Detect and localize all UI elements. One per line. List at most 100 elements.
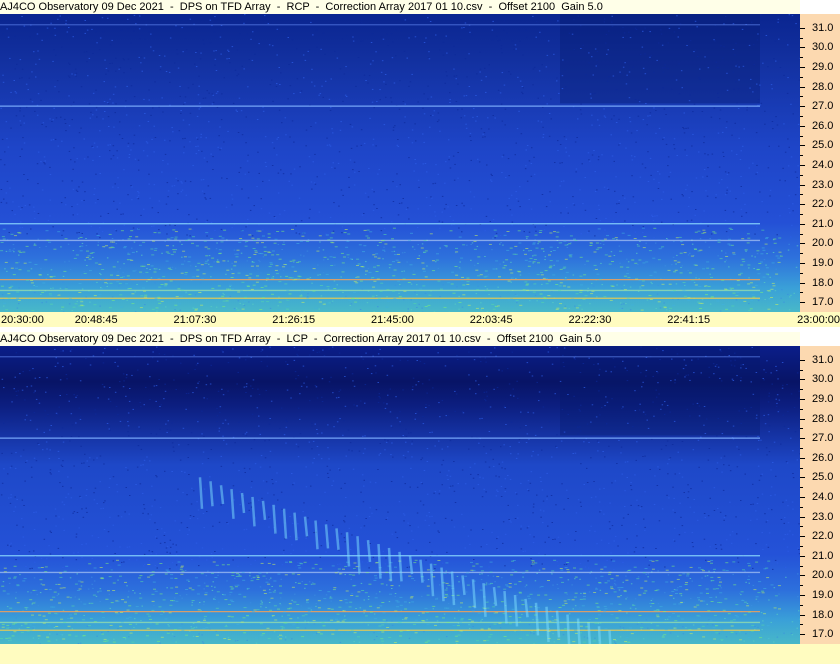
noise-speck [726, 121, 728, 123]
noise-speck [81, 556, 83, 558]
noise-speck [132, 143, 135, 145]
band-speck [218, 235, 222, 237]
noise-speck [787, 428, 790, 430]
noise-speck [649, 31, 651, 33]
noise-speck [174, 225, 176, 226]
band-speck [91, 252, 95, 254]
noise-speck [299, 166, 301, 168]
band-speck [741, 258, 745, 260]
noise-speck [792, 477, 795, 479]
noise-speck [383, 81, 385, 83]
noise-speck [209, 19, 212, 21]
noise-speck [16, 499, 18, 500]
band-speck [187, 238, 191, 240]
noise-speck [367, 82, 369, 84]
noise-speck [588, 357, 590, 359]
noise-speck [606, 53, 608, 55]
noise-speck [160, 404, 162, 406]
noise-speck [83, 199, 85, 201]
noise-speck [484, 398, 486, 400]
noise-speck [515, 278, 517, 280]
noise-speck [338, 391, 340, 393]
noise-speck [92, 159, 94, 161]
noise-speck [615, 212, 617, 213]
noise-speck [218, 601, 220, 603]
band-speck [524, 259, 528, 261]
noise-speck [268, 439, 270, 441]
noise-speck [109, 44, 112, 46]
noise-speck [709, 497, 711, 499]
noise-speck [627, 513, 629, 515]
band-speck [356, 265, 359, 266]
noise-speck [168, 71, 171, 73]
noise-speck [534, 294, 537, 296]
band-speck [109, 282, 113, 284]
band-speck [702, 268, 706, 270]
noise-speck [701, 577, 703, 579]
noise-speck [653, 504, 656, 505]
noise-speck [562, 354, 564, 356]
noise-speck [658, 393, 660, 395]
noise-speck [389, 388, 392, 390]
band-speck [172, 229, 176, 231]
noise-speck [269, 346, 271, 348]
noise-speck [372, 209, 375, 211]
band-speck [706, 261, 710, 263]
noise-speck [416, 294, 418, 296]
band-speck [290, 277, 294, 279]
noise-speck [231, 262, 233, 264]
noise-speck [793, 292, 795, 294]
noise-speck [419, 360, 422, 362]
noise-speck [3, 468, 5, 470]
band-speck [249, 273, 253, 275]
noise-speck [281, 635, 284, 637]
noise-speck [86, 61, 88, 63]
noise-speck [174, 520, 176, 522]
noise-speck [305, 145, 307, 147]
noise-speck [498, 369, 500, 371]
noise-speck [649, 112, 652, 114]
band-speck [245, 241, 249, 242]
band-speck [2, 238, 6, 240]
noise-speck [344, 405, 347, 407]
noise-speck [297, 355, 299, 357]
noise-speck [590, 457, 592, 459]
band-speck [533, 254, 537, 256]
noise-speck [640, 372, 642, 374]
noise-speck [164, 139, 166, 141]
noise-speck [369, 117, 371, 119]
noise-speck [556, 583, 559, 585]
noise-speck [78, 598, 80, 600]
noise-speck [538, 70, 541, 72]
noise-speck [439, 471, 441, 473]
noise-speck [332, 162, 334, 164]
noise-speck [116, 208, 118, 210]
noise-speck [145, 141, 148, 143]
noise-speck [140, 620, 142, 622]
noise-speck [49, 530, 52, 532]
band-speck [640, 309, 644, 311]
noise-speck [594, 530, 596, 532]
noise-speck [49, 472, 51, 474]
noise-speck [380, 217, 383, 219]
band-speck [276, 231, 280, 232]
noise-speck [745, 633, 747, 635]
band-speck [436, 253, 439, 255]
noise-speck [142, 464, 144, 466]
noise-speck [543, 250, 545, 252]
band-speck [455, 300, 458, 302]
noise-speck [322, 272, 325, 274]
noise-speck [113, 638, 115, 640]
noise-speck [295, 232, 298, 234]
noise-speck [128, 400, 131, 402]
noise-speck [458, 227, 460, 229]
noise-speck [792, 473, 794, 474]
noise-speck [613, 569, 615, 570]
noise-speck [169, 429, 172, 431]
noise-speck [536, 300, 538, 302]
noise-speck [60, 464, 63, 466]
band-speck [525, 236, 529, 238]
noise-speck [86, 265, 88, 266]
noise-speck [615, 122, 618, 123]
noise-speck [579, 426, 581, 428]
